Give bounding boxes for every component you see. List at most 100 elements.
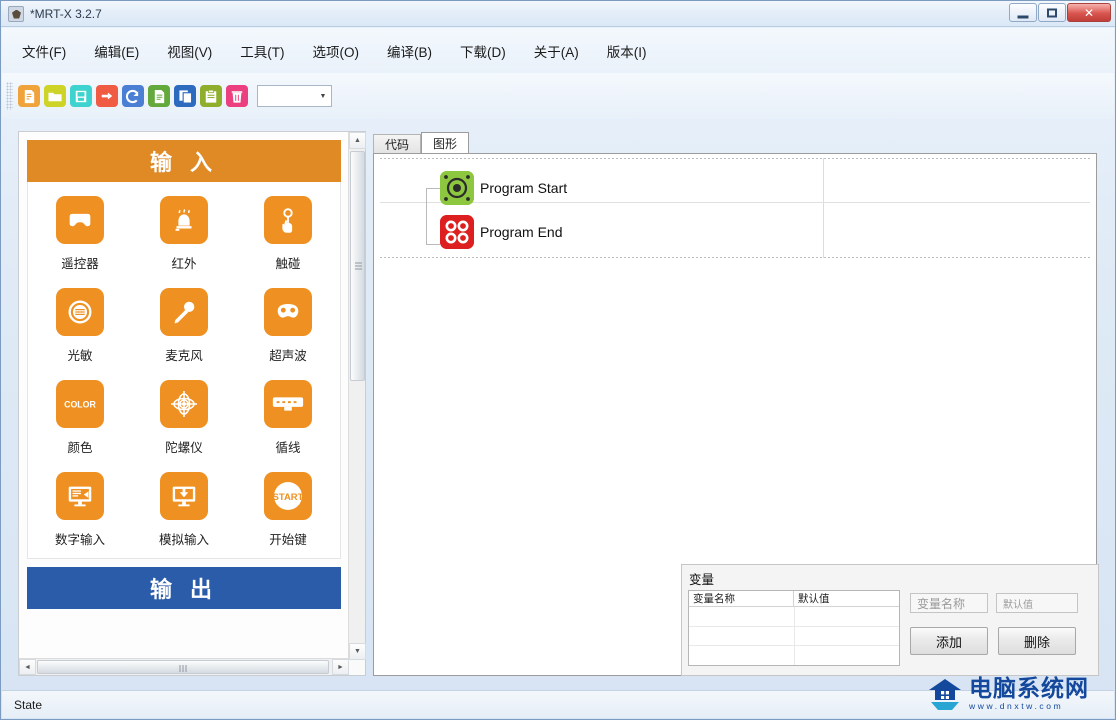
program-end-icon xyxy=(440,215,474,249)
palette-item-ultrasonic[interactable]: 超声波 xyxy=(236,288,340,364)
palette-vscroll-thumb[interactable] xyxy=(350,151,365,381)
palette-item-infrared[interactable]: 红外 xyxy=(132,196,236,272)
toolbar: ▼ xyxy=(2,73,1114,119)
palette-item-microphone[interactable]: 麦克风 xyxy=(132,288,236,364)
menu-file[interactable]: 文件(F) xyxy=(20,38,68,64)
toolbar-combobox[interactable]: ▼ xyxy=(257,85,332,107)
palette-item-label: 触碰 xyxy=(275,257,301,271)
palette-item-label: 开始键 xyxy=(269,533,307,547)
palette-section-header-input[interactable]: 输 入 xyxy=(27,140,341,182)
program-end-node[interactable]: Program End xyxy=(440,215,562,249)
menu-tools[interactable]: 工具(T) xyxy=(238,38,286,64)
digital-input-icon xyxy=(56,472,104,520)
palette-item-label: 红外 xyxy=(171,257,197,271)
variables-panel: 变量 变量名称 默认值 变量名称 默认值 添加 删除 xyxy=(681,564,1099,676)
program-start-node[interactable]: Program Start xyxy=(440,171,567,205)
svg-text:START: START xyxy=(273,492,304,503)
menu-build[interactable]: 编译(B) xyxy=(385,38,434,64)
touch-icon xyxy=(264,196,312,244)
minimize-button[interactable] xyxy=(1009,3,1037,22)
scroll-up-icon[interactable]: ▲ xyxy=(349,132,366,149)
gyroscope-icon xyxy=(160,380,208,428)
variable-name-input[interactable]: 变量名称 xyxy=(910,593,988,613)
program-start-label: Program Start xyxy=(480,180,568,196)
ultrasonic-icon xyxy=(264,288,312,336)
palette-horizontal-scrollbar[interactable]: ◄ ► xyxy=(19,658,349,675)
grid-line-bottom xyxy=(380,257,1090,258)
palette-item-start-button[interactable]: START 开始键 xyxy=(236,472,340,548)
palette-item-light-sensor[interactable]: 光敏 xyxy=(28,288,132,364)
compile-icon[interactable] xyxy=(148,85,170,107)
palette-section-body-input: 遥控器 红外 触碰 光敏 麦克风 超声波 COLOR 颜色 陀螺仪 循线 数字输… xyxy=(27,182,341,559)
column-divider xyxy=(823,158,824,258)
variables-table[interactable]: 变量名称 默认值 xyxy=(688,590,900,666)
tree-branch xyxy=(426,244,440,245)
palette-vertical-scrollbar[interactable]: ▲ ▼ xyxy=(348,132,366,660)
menu-bar: 文件(F) 编辑(E) 视图(V) 工具(T) 选项(O) 编译(B) 下载(D… xyxy=(2,28,1114,73)
table-row-line xyxy=(689,645,899,646)
palette-item-label: 颜色 xyxy=(67,441,93,455)
palette-item-label: 数字输入 xyxy=(54,533,105,547)
new-file-icon[interactable] xyxy=(18,85,40,107)
scroll-right-icon[interactable]: ► xyxy=(332,659,349,675)
light-sensor-icon xyxy=(56,288,104,336)
palette-item-label: 麦克风 xyxy=(165,349,203,363)
status-bar: State xyxy=(2,690,1114,718)
tab-code[interactable]: 代码 xyxy=(373,134,422,153)
delete-icon[interactable] xyxy=(226,85,248,107)
palette-item-label: 模拟输入 xyxy=(158,533,209,547)
menu-options[interactable]: 选项(O) xyxy=(311,38,362,64)
palette-item-color-sensor[interactable]: COLOR 颜色 xyxy=(28,380,132,456)
paste-icon[interactable] xyxy=(200,85,222,107)
start-button-icon: START xyxy=(264,472,312,520)
menu-view[interactable]: 视图(V) xyxy=(165,38,214,64)
copy-icon[interactable] xyxy=(174,85,196,107)
table-column-line xyxy=(794,607,795,665)
palette-item-label: 光敏 xyxy=(67,349,93,363)
palette-section-header-output[interactable]: 输 出 xyxy=(27,567,341,609)
program-end-label: Program End xyxy=(480,224,563,240)
menu-version[interactable]: 版本(I) xyxy=(605,38,649,64)
menu-edit[interactable]: 编辑(E) xyxy=(92,38,141,64)
menu-download[interactable]: 下载(D) xyxy=(458,38,508,64)
palette-item-label: 循线 xyxy=(275,441,301,455)
variable-value-input[interactable]: 默认值 xyxy=(996,593,1078,613)
variable-inputs: 变量名称 默认值 xyxy=(910,593,1078,613)
chevron-down-icon[interactable]: ▼ xyxy=(315,86,331,106)
variables-table-body[interactable] xyxy=(689,607,899,665)
column-header-value: 默认值 xyxy=(798,593,830,605)
title-bar: *MRT-X 3.2.7 ✕ xyxy=(1,1,1115,27)
scroll-down-icon[interactable]: ▼ xyxy=(349,643,366,660)
save-file-icon[interactable] xyxy=(70,85,92,107)
menu-about[interactable]: 关于(A) xyxy=(532,38,581,64)
undo-icon[interactable] xyxy=(122,85,144,107)
palette-item-remote[interactable]: 遥控器 xyxy=(28,196,132,272)
palette-item-label: 遥控器 xyxy=(61,257,99,271)
delete-variable-button[interactable]: 删除 xyxy=(998,627,1076,655)
tab-graphic[interactable]: 图形 xyxy=(421,132,470,153)
maximize-button[interactable] xyxy=(1038,3,1066,22)
column-header-name: 变量名称 xyxy=(689,591,794,606)
palette-item-label: 陀螺仪 xyxy=(165,441,203,455)
color-sensor-icon: COLOR xyxy=(56,380,104,428)
palette-item-gyroscope[interactable]: 陀螺仪 xyxy=(132,380,236,456)
toolbar-grip[interactable] xyxy=(6,82,13,110)
open-folder-icon[interactable] xyxy=(44,85,66,107)
palette-item-line-follow[interactable]: 循线 xyxy=(236,380,340,456)
palette-item-analog-input[interactable]: 模拟输入 xyxy=(132,472,236,548)
variables-table-header: 变量名称 默认值 xyxy=(689,591,899,607)
gamepad-icon xyxy=(56,196,104,244)
add-variable-button[interactable]: 添加 xyxy=(910,627,988,655)
palette-item-touch[interactable]: 触碰 xyxy=(236,196,340,272)
import-icon[interactable] xyxy=(96,85,118,107)
app-logo-icon xyxy=(8,5,24,22)
editor-tabs: 代码 图形 xyxy=(373,132,1097,153)
status-text: State xyxy=(14,697,43,712)
grid-line-top xyxy=(380,158,1090,159)
close-button[interactable]: ✕ xyxy=(1067,3,1111,22)
palette-item-digital-input[interactable]: 数字输入 xyxy=(28,472,132,548)
microphone-icon xyxy=(160,288,208,336)
tree-connector xyxy=(426,188,427,244)
scroll-left-icon[interactable]: ◄ xyxy=(19,659,36,675)
palette-hscroll-thumb[interactable] xyxy=(37,660,329,674)
